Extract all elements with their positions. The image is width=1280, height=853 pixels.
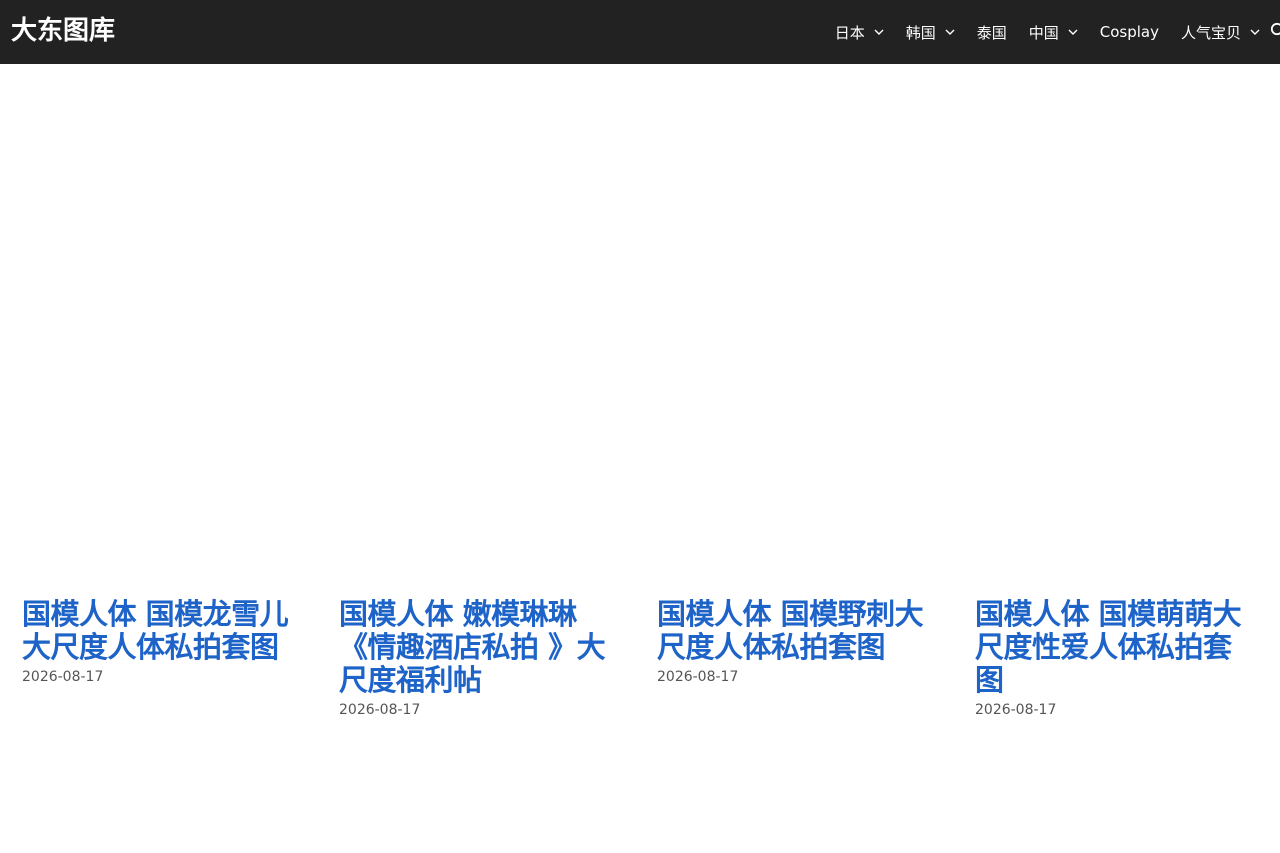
post-card: 国模人体 国模萌萌大尺度性爱人体私拍套图 2026-08-17 [975, 598, 1257, 720]
post-date: 2026-08-17 [657, 669, 739, 685]
post-card: 国模人体 国模野刺大尺度人体私拍套图 2026-08-17 [657, 598, 939, 687]
main-nav: 日本 韩国 泰国 中国 Cosplay 人气宝贝 [835, 0, 1280, 64]
chevron-down-icon [874, 27, 884, 37]
post-grid: 国模人体 国模龙雪儿大尺度人体私拍套图 2026-08-17 国模人体 嫩模琳琳… [0, 64, 1280, 853]
post-title-link[interactable]: 国模人体 国模龙雪儿大尺度人体私拍套图 [22, 598, 304, 664]
nav-item-japan[interactable]: 日本 [835, 0, 884, 64]
post-title-link[interactable]: 国模人体 国模野刺大尺度人体私拍套图 [657, 598, 939, 664]
nav-item-label: 日本 [834, 23, 865, 42]
nav-item-label: 人气宝贝 [1180, 23, 1241, 42]
post-date: 2026-08-17 [339, 702, 421, 718]
post-title-link[interactable]: 国模人体 国模萌萌大尺度性爱人体私拍套图 [975, 598, 1257, 697]
nav-item-label: 韩国 [905, 23, 936, 42]
nav-item-thailand[interactable]: 泰国 [977, 0, 1007, 64]
site-title-link[interactable]: 大东图库 [11, 14, 115, 48]
post-card: 国模人体 嫩模琳琳《情趣酒店私拍 》大尺度福利帖 2026-08-17 [339, 598, 621, 720]
chevron-down-icon [945, 27, 955, 37]
nav-item-cosplay[interactable]: Cosplay [1100, 0, 1159, 64]
nav-item-korea[interactable]: 韩国 [906, 0, 955, 64]
nav-item-label: Cosplay [1099, 23, 1159, 41]
post-date: 2026-08-17 [22, 669, 104, 685]
chevron-down-icon [1068, 27, 1078, 37]
nav-item-china[interactable]: 中国 [1029, 0, 1078, 64]
site-header: 大东图库 日本 韩国 泰国 中国 Cosplay 人气宝贝 [0, 0, 1280, 64]
post-card: 国模人体 国模龙雪儿大尺度人体私拍套图 2026-08-17 [22, 598, 304, 687]
search-button[interactable] [1270, 0, 1280, 64]
nav-item-label: 泰国 [976, 23, 1007, 42]
nav-item-label: 中国 [1028, 23, 1059, 42]
post-date: 2026-08-17 [975, 702, 1057, 718]
post-title-link[interactable]: 国模人体 嫩模琳琳《情趣酒店私拍 》大尺度福利帖 [339, 598, 621, 697]
nav-item-popular-babes[interactable]: 人气宝贝 [1181, 0, 1260, 64]
search-icon [1270, 22, 1280, 42]
chevron-down-icon [1250, 27, 1260, 37]
